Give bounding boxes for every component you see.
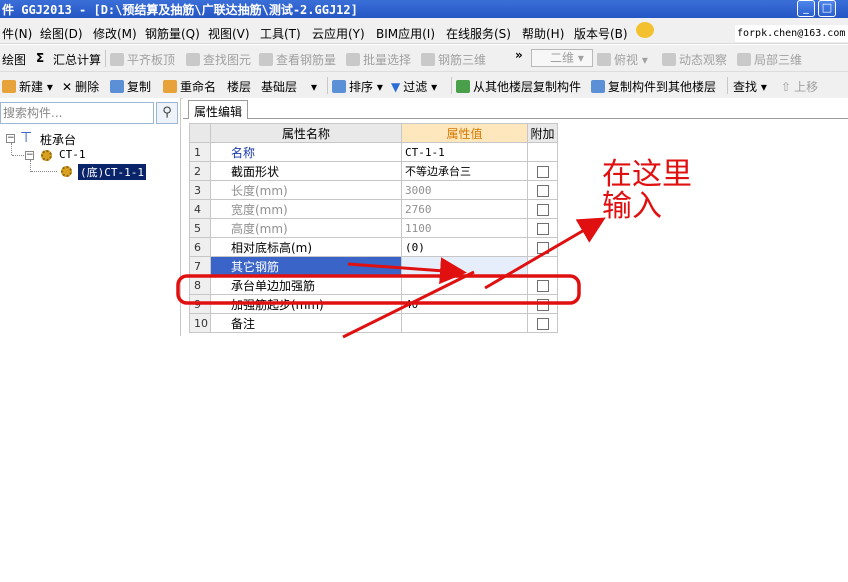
annotation-overlay xyxy=(176,217,606,339)
annotation-line-1: 在这里 xyxy=(602,157,692,192)
annotation-line-2: 输入 xyxy=(602,189,662,224)
red-arrow xyxy=(484,217,606,290)
highlight-box xyxy=(176,274,581,305)
red-arrow xyxy=(347,257,467,285)
